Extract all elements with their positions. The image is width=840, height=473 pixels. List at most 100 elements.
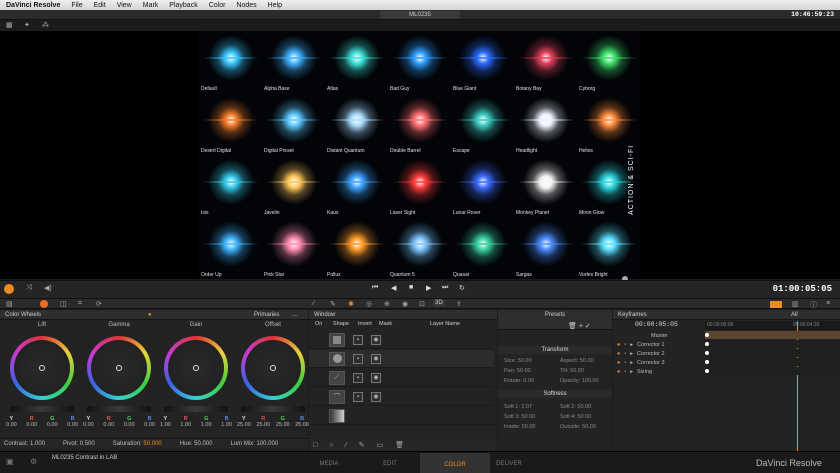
- transform-field[interactable]: Aspect: 50.00: [560, 358, 594, 364]
- keyframe-marker[interactable]: [705, 333, 709, 337]
- curve-tool-icon[interactable]: ∕: [313, 300, 314, 307]
- preset-thumbnail[interactable]: Lunar Rover: [451, 155, 514, 217]
- mode-selector[interactable]: Primaries: [254, 310, 279, 320]
- invert-toggle[interactable]: ▪: [353, 353, 363, 364]
- linear-shape-icon[interactable]: ⟋: [329, 370, 345, 385]
- page-media[interactable]: MEDIA: [294, 461, 364, 473]
- square-shape-icon[interactable]: [329, 332, 345, 347]
- info-icon[interactable]: ⓘ: [810, 300, 817, 310]
- keyframe-lane[interactable]: [705, 349, 840, 357]
- curves-icon[interactable]: ◫: [60, 300, 67, 308]
- add-preset-icon[interactable]: +: [579, 323, 583, 330]
- preset-thumbnail[interactable]: Sargas: [514, 217, 577, 279]
- keyframes-toggle-icon[interactable]: [770, 301, 782, 308]
- invert-toggle[interactable]: ▪: [353, 372, 363, 383]
- window-row-circle[interactable]: ▪ ◉: [309, 350, 494, 368]
- channel-value[interactable]: R 0.00: [26, 416, 37, 428]
- square-tool-icon[interactable]: □: [313, 442, 317, 449]
- keyframe-track[interactable]: ● ▫ ▸ Corrector 3: [613, 358, 699, 367]
- circle-shape-icon[interactable]: [329, 351, 345, 366]
- preset-thumbnail[interactable]: Javelin: [262, 155, 325, 217]
- keyframe-marker[interactable]: [705, 351, 709, 355]
- transform-field[interactable]: Opacity: 100.00: [560, 378, 599, 384]
- settings-icon[interactable]: ⚙: [30, 457, 37, 466]
- scopes-icon[interactable]: ▥: [792, 300, 799, 308]
- master-wheel-slider[interactable]: [10, 406, 74, 412]
- softness-field[interactable]: Soft 2: 50.00: [560, 404, 591, 410]
- keyframe-track[interactable]: Master: [613, 331, 699, 340]
- window-row-curve[interactable]: ⌒ ▪ ◉: [309, 388, 494, 406]
- color-wheel[interactable]: [10, 336, 74, 400]
- expand-icon[interactable]: ▸: [630, 342, 633, 348]
- stop-icon[interactable]: ■: [409, 284, 413, 291]
- window-row-gradient[interactable]: [309, 407, 494, 425]
- gradient-shape-icon[interactable]: [329, 408, 345, 423]
- preset-thumbnail[interactable]: Botany Bay: [514, 31, 577, 93]
- keyframe-lane[interactable]: [705, 367, 840, 375]
- skip-end-icon[interactable]: ⏭: [442, 284, 448, 292]
- lock-icon[interactable]: ▫: [624, 342, 626, 348]
- softness-field[interactable]: Soft 4: 50.00: [560, 414, 591, 420]
- keyframe-track[interactable]: ● ▫ ▸ Sizing: [613, 367, 699, 376]
- master-wheel-slider[interactable]: [87, 406, 151, 412]
- menu-mark[interactable]: Mark: [143, 2, 159, 9]
- channel-value[interactable]: Y 1.00: [160, 416, 171, 428]
- delete-icon[interactable]: 🗑: [395, 441, 404, 449]
- invert-toggle[interactable]: ▪: [353, 334, 363, 345]
- keyframe-marker[interactable]: [705, 360, 709, 364]
- delete-preset-icon[interactable]: 🗑: [568, 323, 577, 330]
- preset-thumbnail[interactable]: Pollux: [325, 217, 388, 279]
- keyframe-lane[interactable]: [705, 331, 840, 339]
- menu-color[interactable]: Color: [209, 2, 226, 9]
- keyframes-filter[interactable]: All: [791, 310, 798, 320]
- color-wheel[interactable]: [87, 336, 151, 400]
- keyframe-marker[interactable]: [705, 369, 709, 373]
- wheel-puck[interactable]: [270, 365, 276, 371]
- softness-field[interactable]: Outside: 50.00: [560, 424, 596, 430]
- speaker-icon[interactable]: ◀): [44, 284, 52, 292]
- menu-file[interactable]: File: [71, 2, 82, 9]
- expand-icon[interactable]: ▸: [630, 369, 633, 375]
- preset-thumbnail[interactable]: Atlas: [325, 31, 388, 93]
- preset-thumbnail[interactable]: Vortex Bright: [577, 217, 640, 279]
- curve-shape-icon[interactable]: ⌒: [329, 389, 345, 404]
- expand-icon[interactable]: ▸: [630, 351, 633, 357]
- preset-thumbnail[interactable]: Headlight: [514, 93, 577, 155]
- line-tool-icon[interactable]: ∕: [345, 442, 346, 449]
- preset-thumbnail[interactable]: Cyborg: [577, 31, 640, 93]
- 3d-badge[interactable]: 3D: [433, 300, 445, 306]
- preset-thumbnail[interactable]: Alpha Base: [262, 31, 325, 93]
- preset-thumbnail[interactable]: Blue Giant: [451, 31, 514, 93]
- refresh-icon[interactable]: ⟳: [96, 300, 102, 308]
- channel-value[interactable]: R 25.00: [256, 416, 270, 428]
- preset-thumbnail[interactable]: Double Barrel: [388, 93, 451, 155]
- channel-value[interactable]: R 1.00: [180, 416, 191, 428]
- transform-field[interactable]: Pan: 50.00: [504, 368, 531, 374]
- keyframe-lane[interactable]: [705, 340, 840, 348]
- channel-value[interactable]: B 25.00: [295, 416, 309, 428]
- channel-value[interactable]: G 25.00: [276, 416, 290, 428]
- master-wheel-slider[interactable]: [241, 406, 305, 412]
- softness-field[interactable]: Soft 3: 50.00: [504, 414, 535, 420]
- mask-toggle[interactable]: ◉: [371, 391, 381, 402]
- channel-value[interactable]: Y 0.00: [6, 416, 17, 428]
- softness-field[interactable]: Inside: 50.00: [504, 424, 536, 430]
- pivot-value[interactable]: Pivot: 0.500: [63, 441, 95, 447]
- menu-nodes[interactable]: Nodes: [236, 2, 256, 9]
- shuffle-icon[interactable]: ⤨: [26, 284, 32, 292]
- mask-toggle[interactable]: ◉: [371, 334, 381, 345]
- loop-icon[interactable]: ↻: [459, 284, 465, 292]
- channel-value[interactable]: Y 25.00: [237, 416, 251, 428]
- pen-tool-icon[interactable]: ✎: [359, 441, 365, 449]
- blur-icon[interactable]: ◉: [402, 300, 408, 308]
- confirm-preset-icon[interactable]: ✓: [585, 323, 591, 330]
- keyframe-lane[interactable]: [705, 358, 840, 366]
- preset-thumbnail[interactable]: Quantum 5: [388, 217, 451, 279]
- wheel-puck[interactable]: [39, 365, 45, 371]
- contrast-value[interactable]: Contrast: 1.000: [4, 441, 45, 447]
- lock-icon[interactable]: ▫: [624, 360, 626, 366]
- skip-start-icon[interactable]: ⏮: [372, 284, 378, 292]
- channel-value[interactable]: Y 0.00: [83, 416, 94, 428]
- sizing-icon[interactable]: ⇪: [456, 300, 462, 308]
- preset-thumbnail[interactable]: Digital Preset: [262, 93, 325, 155]
